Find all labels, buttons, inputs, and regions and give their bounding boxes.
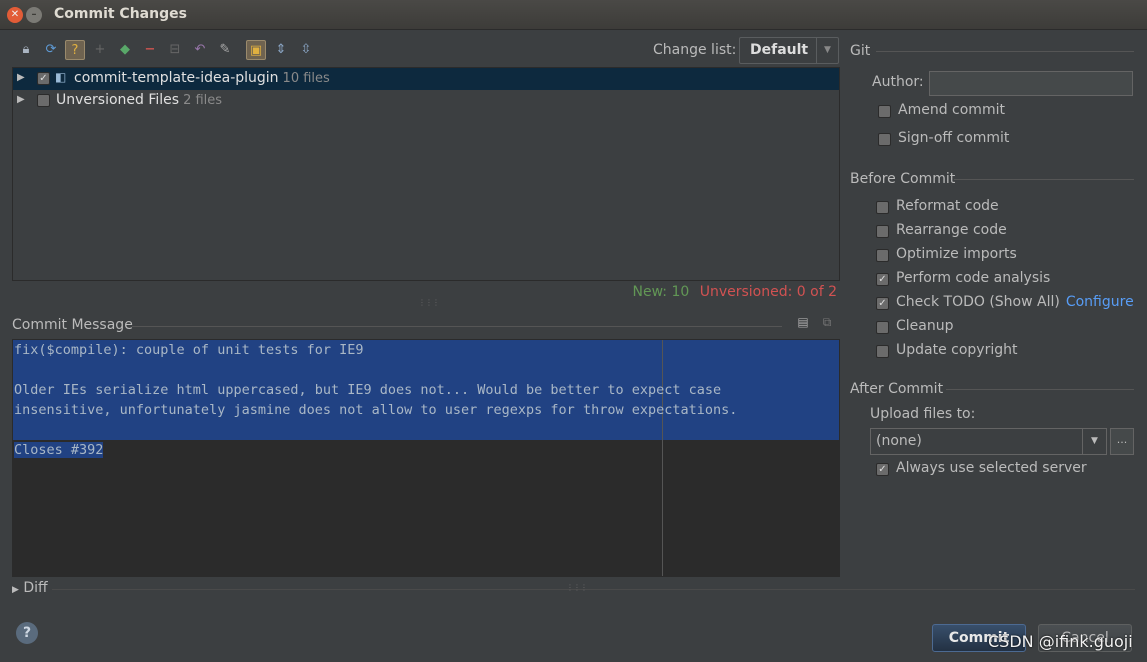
browse-servers-button[interactable]: ... <box>1110 428 1134 455</box>
undo-icon[interactable]: ↶ <box>190 40 210 60</box>
collapse-icon[interactable]: ⇳ <box>296 40 316 60</box>
splitter-handle[interactable]: ⋮⋮⋮ <box>566 583 588 592</box>
tree-row[interactable]: ▶ Unversioned Files 2 files <box>13 90 839 112</box>
right-margin-guide <box>662 340 663 576</box>
checkbox[interactable]: ✓ <box>876 463 889 476</box>
title-bar: ✕ – Commit Changes <box>0 0 1147 30</box>
checkbox[interactable] <box>876 225 889 238</box>
shield-icon[interactable]: ◆ <box>115 40 135 60</box>
section-divider <box>132 326 782 327</box>
configure-link[interactable]: Configure <box>1066 294 1134 310</box>
checkbox[interactable] <box>878 133 891 146</box>
checkbox[interactable] <box>878 105 891 118</box>
changes-toolbar: 🔒︎ ⟳ ? + ◆ − ⊟ ↶ ✎ ▣ ⇕ ⇳ <box>14 38 334 62</box>
expand-icon[interactable]: ⇕ <box>271 40 291 60</box>
plus-icon[interactable]: + <box>90 40 110 60</box>
minimize-window-icon[interactable]: – <box>26 7 42 23</box>
message-line: fix($compile): couple of unit tests for … <box>14 342 364 358</box>
new-count: New: 10 <box>632 284 690 300</box>
section-divider <box>52 589 1135 590</box>
lock-icon[interactable]: 🔒︎ <box>16 40 36 60</box>
changes-tree[interactable]: ▶ ✓ ◧ commit-template-idea-plugin 10 file… <box>12 67 840 281</box>
row-checkbox[interactable] <box>37 94 50 107</box>
chevron-down-icon: ▼ <box>1082 429 1106 454</box>
checkbox[interactable] <box>876 321 889 334</box>
module-icon: ◧ <box>55 70 67 84</box>
window-title: Commit Changes <box>54 6 187 22</box>
expand-arrow-icon: ▶ <box>12 585 19 595</box>
copy-icon[interactable]: ⧉ <box>819 315 835 331</box>
section-divider <box>946 389 1134 390</box>
expand-arrow-icon[interactable]: ▶ <box>17 94 25 105</box>
checkbox[interactable] <box>876 249 889 262</box>
tree-row[interactable]: ▶ ✓ ◧ commit-template-idea-plugin 10 file… <box>13 68 839 90</box>
watermark: CSDN @ifink.guoji <box>988 632 1133 651</box>
group-icon[interactable]: ▣ <box>246 40 266 60</box>
change-list-label: Change list: <box>653 42 737 58</box>
message-line: Closes #392 <box>14 442 104 458</box>
upload-server-value: (none) <box>876 433 922 449</box>
edit-icon[interactable]: ✎ <box>215 40 235 60</box>
question-icon[interactable]: ? <box>65 40 85 60</box>
before-commit-title: Before Commit <box>850 171 956 187</box>
author-input[interactable] <box>929 71 1133 96</box>
change-list-value: Default <box>750 42 809 58</box>
tree-row-label: Unversioned Files 2 files <box>56 92 223 108</box>
checkbox[interactable]: ✓ <box>876 297 889 310</box>
refresh-icon[interactable]: ⟳ <box>41 40 61 60</box>
expand-arrow-icon[interactable]: ▶ <box>17 72 25 83</box>
author-label: Author: <box>872 74 924 90</box>
upload-files-label: Upload files to: <box>870 406 976 422</box>
message-line: insensitive, unfortunately jasmine does … <box>14 402 738 418</box>
section-divider <box>876 51 1134 52</box>
commit-message-editor[interactable]: fix($compile): couple of unit tests for … <box>12 339 840 577</box>
diff-toggle[interactable]: ▶ Diff <box>12 580 48 596</box>
change-list-combo[interactable]: Default ▼ <box>739 37 839 64</box>
help-button[interactable]: ? <box>16 622 38 644</box>
checkbox[interactable] <box>876 345 889 358</box>
row-checkbox[interactable]: ✓ <box>37 72 50 85</box>
chevron-down-icon: ▼ <box>816 38 838 63</box>
change-stats: New: 10 Unversioned: 0 of 2 <box>633 284 838 300</box>
commit-message-label: Commit Message <box>12 317 133 333</box>
message-line: Older IEs serialize html uppercased, but… <box>14 382 722 398</box>
tree-row-label: commit-template-idea-plugin 10 files <box>74 70 330 86</box>
git-section-title: Git <box>850 43 871 59</box>
minus-icon[interactable]: − <box>140 40 160 60</box>
splitter-handle[interactable]: ⋮⋮⋮ <box>418 298 440 307</box>
section-divider <box>954 179 1134 180</box>
checkbox[interactable] <box>876 201 889 214</box>
history-icon[interactable]: ▤ <box>795 315 811 331</box>
after-commit-title: After Commit <box>850 381 944 397</box>
diff-icon[interactable]: ⊟ <box>165 40 185 60</box>
unversioned-count: Unversioned: 0 of 2 <box>699 284 837 300</box>
close-window-icon[interactable]: ✕ <box>7 7 23 23</box>
upload-server-combo[interactable]: (none) ▼ <box>870 428 1107 455</box>
checkbox[interactable]: ✓ <box>876 273 889 286</box>
